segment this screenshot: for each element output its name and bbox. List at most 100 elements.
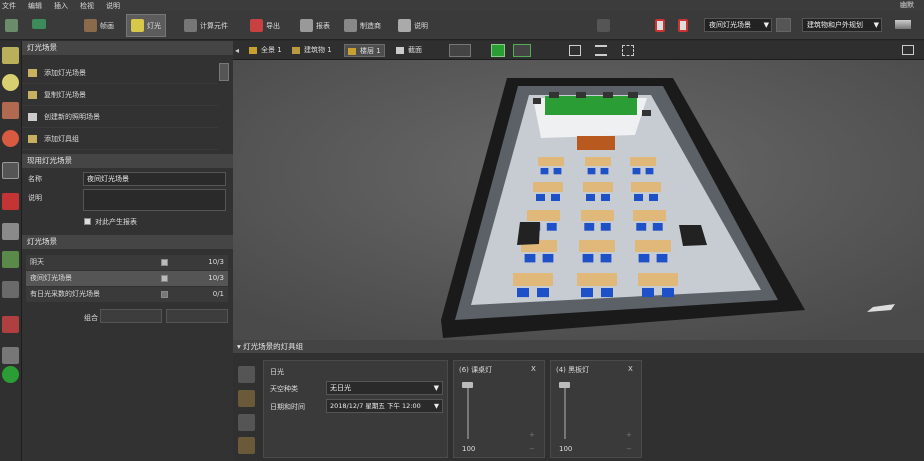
action-add-scene[interactable]: 添加灯光场景 bbox=[22, 62, 218, 84]
menu-view[interactable]: 检视 bbox=[80, 1, 94, 11]
save-icon[interactable] bbox=[5, 19, 18, 32]
grid-view-icon[interactable] bbox=[622, 45, 634, 56]
spot-tool-icon[interactable] bbox=[2, 102, 19, 119]
tb-furniture[interactable]: 帧画 bbox=[80, 14, 118, 37]
scene-select[interactable]: 夜间灯光场景 ▼ bbox=[704, 18, 772, 32]
chair bbox=[632, 168, 641, 175]
row-checkbox[interactable] bbox=[161, 291, 168, 298]
main-toolbar: 帧画 灯光 计算元件 导出 报表 制造商 说明 夜间灯光场景 ▼ 建筑物和户外规划… bbox=[0, 11, 924, 40]
color-tool-icon[interactable] bbox=[2, 130, 19, 147]
dimmer-thumb[interactable] bbox=[462, 382, 473, 388]
tb-report[interactable]: 报表 bbox=[296, 14, 334, 37]
row-checkbox[interactable] bbox=[161, 259, 168, 266]
date-select[interactable]: 2018/12/7 星期五 下午 12:00 ▼ bbox=[326, 399, 443, 413]
chair bbox=[656, 254, 668, 263]
scenes-header: 灯光场景 bbox=[22, 41, 233, 55]
tb-manufacturer[interactable]: 制造商 bbox=[340, 14, 385, 37]
split-button[interactable] bbox=[166, 309, 228, 323]
view-select[interactable]: 建筑物和户外规划 ▼ bbox=[802, 18, 882, 32]
chair bbox=[553, 168, 562, 175]
chair bbox=[600, 254, 612, 263]
list-row[interactable]: 阴天 10/3 bbox=[26, 255, 228, 270]
refresh-icon[interactable] bbox=[238, 366, 255, 383]
action-new-scene[interactable]: 创建新的照明场景 bbox=[22, 106, 218, 128]
plus-icon[interactable]: + bbox=[529, 431, 535, 439]
l-view-button[interactable] bbox=[513, 44, 531, 57]
delete-icon[interactable] bbox=[655, 19, 665, 32]
list-row-selected[interactable]: 夜间灯光场景 10/3 bbox=[26, 271, 228, 286]
name-field[interactable]: 夜间灯光场景 bbox=[83, 172, 226, 186]
help-icon bbox=[398, 19, 411, 32]
chair bbox=[649, 194, 658, 201]
measure-view-icon[interactable] bbox=[595, 45, 607, 56]
chair-icon bbox=[84, 19, 97, 32]
marker-tool-icon[interactable] bbox=[2, 316, 19, 333]
window-mode-icon[interactable] bbox=[895, 20, 911, 29]
action-add-group[interactable]: 添加灯具组 bbox=[22, 128, 218, 150]
report-checkbox[interactable] bbox=[84, 218, 91, 225]
tb-export[interactable]: 导出 bbox=[246, 14, 284, 37]
report-icon bbox=[300, 19, 313, 32]
green-tool-icon[interactable] bbox=[2, 366, 19, 383]
menu-file[interactable]: 文件 bbox=[2, 1, 16, 11]
row-checkbox[interactable] bbox=[161, 275, 168, 282]
tools-icon[interactable] bbox=[238, 437, 255, 454]
scene-tool-icon[interactable] bbox=[2, 162, 19, 179]
trash-icon[interactable] bbox=[678, 19, 688, 32]
tab-floor[interactable]: 楼层 1 bbox=[344, 44, 385, 57]
dimmer-value: 100 bbox=[462, 445, 476, 453]
monitor-icon[interactable] bbox=[902, 45, 914, 55]
chair bbox=[600, 168, 609, 175]
tab-building[interactable]: 建筑物 1 bbox=[289, 44, 335, 57]
daylight-title: 日光 bbox=[270, 368, 284, 376]
close-icon[interactable]: X bbox=[628, 365, 633, 373]
classroom-3d-view bbox=[233, 60, 924, 340]
wrench-tool-icon[interactable] bbox=[2, 223, 19, 240]
undo-icon[interactable] bbox=[32, 19, 46, 29]
3d-viewport[interactable] bbox=[233, 60, 924, 340]
lamp-tool-icon[interactable] bbox=[2, 47, 19, 64]
menu-help[interactable]: 说明 bbox=[106, 1, 120, 11]
green-render-button[interactable] bbox=[491, 44, 505, 57]
assign-icon[interactable] bbox=[238, 390, 255, 407]
bulb-tool-icon[interactable] bbox=[2, 74, 19, 91]
red-tool-icon[interactable] bbox=[2, 193, 19, 210]
tb-calc[interactable]: 计算元件 bbox=[180, 14, 232, 37]
menu-right-label[interactable]: 幽默 bbox=[900, 0, 914, 10]
tab-overview[interactable]: 全景 1 bbox=[246, 44, 285, 57]
plus-icon[interactable]: + bbox=[626, 431, 632, 439]
menu-edit[interactable]: 编辑 bbox=[28, 1, 42, 11]
menu-bar: 文件 编辑 插入 检视 说明 幽默 bbox=[0, 0, 924, 11]
tb-help[interactable]: 说明 bbox=[394, 14, 432, 37]
scene-option-button[interactable] bbox=[776, 18, 791, 32]
tb-light[interactable]: 灯光 bbox=[126, 14, 166, 37]
sky-select[interactable]: 无日光 ▼ bbox=[326, 381, 443, 395]
combine-button[interactable] bbox=[100, 309, 162, 323]
menu-insert[interactable]: 插入 bbox=[54, 1, 68, 11]
chair bbox=[540, 168, 549, 175]
swap-icon[interactable] bbox=[238, 414, 255, 431]
side-light bbox=[642, 110, 651, 116]
list-row[interactable]: 有日光采数的灯光场景 0/1 bbox=[26, 287, 228, 302]
dimmer-thumb[interactable] bbox=[559, 382, 570, 388]
screen-tool-icon[interactable] bbox=[2, 347, 19, 364]
minus-icon[interactable]: − bbox=[626, 445, 632, 453]
props-header: 现用灯光场景 bbox=[22, 154, 233, 168]
side-light bbox=[533, 98, 541, 104]
axis-view-button[interactable] bbox=[449, 44, 471, 57]
tab-section[interactable]: 截面 bbox=[393, 44, 425, 57]
scroll-up-button[interactable] bbox=[219, 63, 229, 81]
close-icon[interactable]: X bbox=[531, 365, 536, 373]
layer-tool-icon[interactable] bbox=[2, 251, 19, 268]
arrow-left-icon[interactable]: ◂ bbox=[235, 46, 239, 55]
blackboard bbox=[545, 96, 637, 115]
left-tool-strip bbox=[0, 41, 22, 461]
minus-icon[interactable]: − bbox=[529, 445, 535, 453]
light-group-icon[interactable] bbox=[597, 19, 610, 32]
fit-view-icon[interactable] bbox=[569, 45, 581, 56]
dimmer-track bbox=[564, 384, 566, 439]
export-icon bbox=[250, 19, 263, 32]
desc-field[interactable] bbox=[83, 189, 226, 211]
action-copy-scene[interactable]: 复制灯光场景 bbox=[22, 84, 218, 106]
measure-tool-icon[interactable] bbox=[2, 281, 19, 298]
